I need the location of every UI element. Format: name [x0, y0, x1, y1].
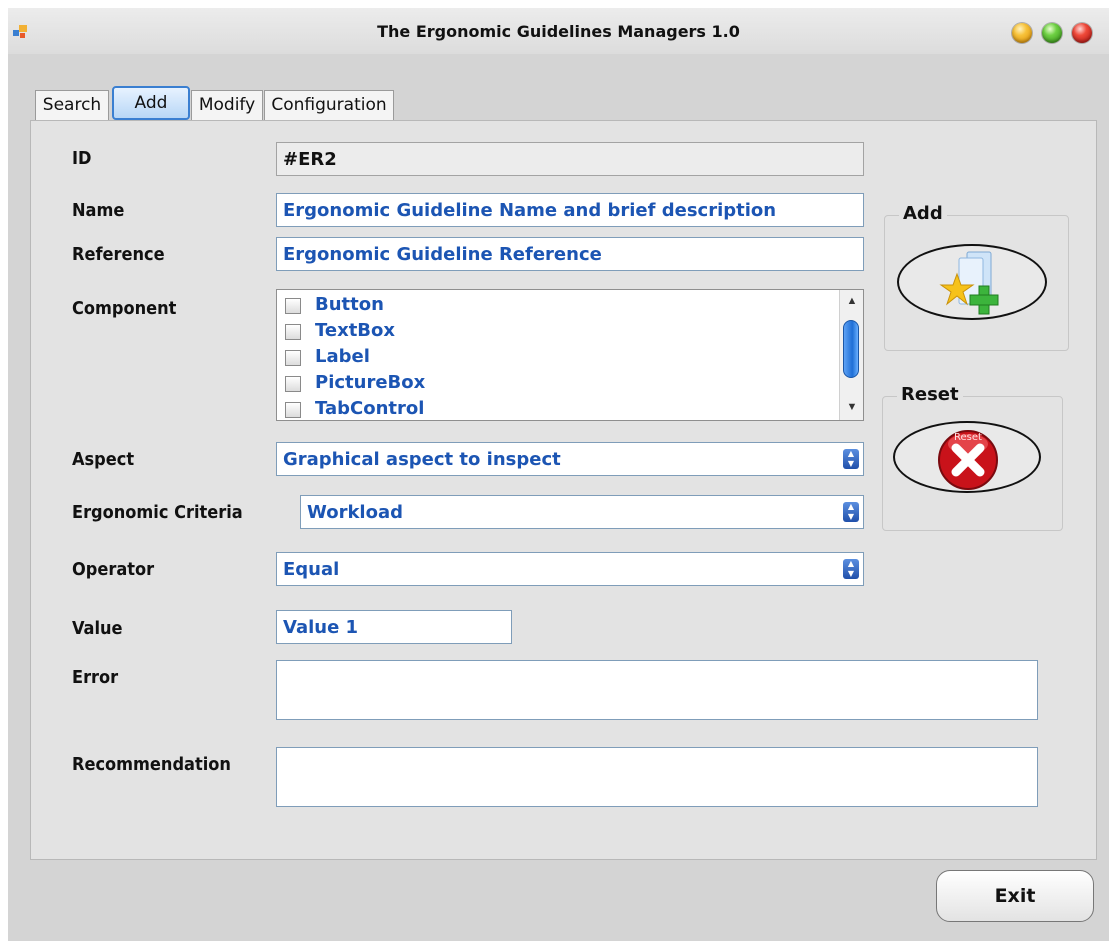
dropdown-arrow-icon[interactable]: ▲ ▼	[843, 502, 859, 522]
reference-input[interactable]: Ergonomic Guideline Reference	[276, 237, 864, 271]
reset-button[interactable]: Reset	[893, 421, 1041, 493]
tab-configuration[interactable]: Configuration	[264, 90, 394, 120]
reset-badge-text: Reset	[954, 432, 982, 443]
operator-label: Operator	[72, 559, 155, 580]
dropdown-arrow-icon[interactable]: ▲ ▼	[843, 559, 859, 579]
checkbox[interactable]	[285, 324, 301, 340]
folder-star-plus-icon	[939, 251, 999, 315]
name-label: Name	[72, 200, 125, 221]
criteria-label: Ergonomic Criteria	[72, 502, 243, 523]
reset-group-title: Reset	[897, 384, 963, 405]
reset-groupbox: Reset Reset	[882, 384, 1063, 531]
add-group-title: Add	[899, 203, 947, 224]
error-textarea[interactable]	[276, 660, 1038, 720]
list-item-label: TextBox	[315, 320, 396, 341]
scroll-thumb[interactable]	[843, 320, 859, 378]
window-title: The Ergonomic Guidelines Managers 1.0	[377, 22, 740, 41]
operator-select[interactable]: Equal ▲ ▼	[276, 552, 864, 586]
component-scrollbar[interactable]: ▲ ▼	[839, 290, 863, 420]
add-button[interactable]	[897, 244, 1047, 320]
checkbox[interactable]	[285, 298, 301, 314]
close-button[interactable]	[1072, 23, 1092, 43]
name-input[interactable]: Ergonomic Guideline Name and brief descr…	[276, 193, 864, 227]
maximize-button[interactable]	[1042, 23, 1062, 43]
operator-value: Equal	[283, 559, 340, 580]
list-item-label: TabControl	[315, 398, 425, 419]
id-field: #ER2	[276, 142, 864, 176]
criteria-select[interactable]: Workload ▲ ▼	[300, 495, 864, 529]
checkbox[interactable]	[285, 350, 301, 366]
list-item-label: Button	[315, 294, 384, 315]
component-checklist[interactable]: Button TextBox Label PictureBox TabContr…	[276, 289, 864, 421]
red-x-circle-icon: Reset	[938, 430, 998, 490]
aspect-select[interactable]: Graphical aspect to inspect ▲ ▼	[276, 442, 864, 476]
scroll-down-icon[interactable]: ▼	[844, 400, 860, 414]
reference-label: Reference	[72, 244, 165, 265]
aspect-label: Aspect	[72, 449, 135, 470]
recommendation-textarea[interactable]	[276, 747, 1038, 807]
tab-modify[interactable]: Modify	[191, 90, 263, 120]
tab-add[interactable]: Add	[112, 86, 190, 120]
title-bar: The Ergonomic Guidelines Managers 1.0	[8, 8, 1109, 54]
criteria-value: Workload	[307, 502, 403, 523]
checkbox[interactable]	[285, 402, 301, 418]
id-label: ID	[72, 148, 92, 169]
list-item-label: Label	[315, 346, 370, 367]
component-label: Component	[72, 298, 177, 319]
minimize-button[interactable]	[1012, 23, 1032, 43]
error-label: Error	[72, 667, 119, 688]
value-input[interactable]: Value 1	[276, 610, 512, 644]
add-groupbox: Add	[884, 203, 1069, 351]
list-item-label: PictureBox	[315, 372, 426, 393]
aspect-value: Graphical aspect to inspect	[283, 449, 561, 470]
scroll-up-icon[interactable]: ▲	[844, 294, 860, 308]
value-label: Value	[72, 618, 123, 639]
app-window: The Ergonomic Guidelines Managers 1.0 Se…	[8, 8, 1109, 941]
exit-button[interactable]: Exit	[936, 870, 1094, 922]
recommendation-label: Recommendation	[72, 754, 231, 775]
tab-search[interactable]: Search	[35, 90, 109, 120]
dropdown-arrow-icon[interactable]: ▲ ▼	[843, 449, 859, 469]
checkbox[interactable]	[285, 376, 301, 392]
